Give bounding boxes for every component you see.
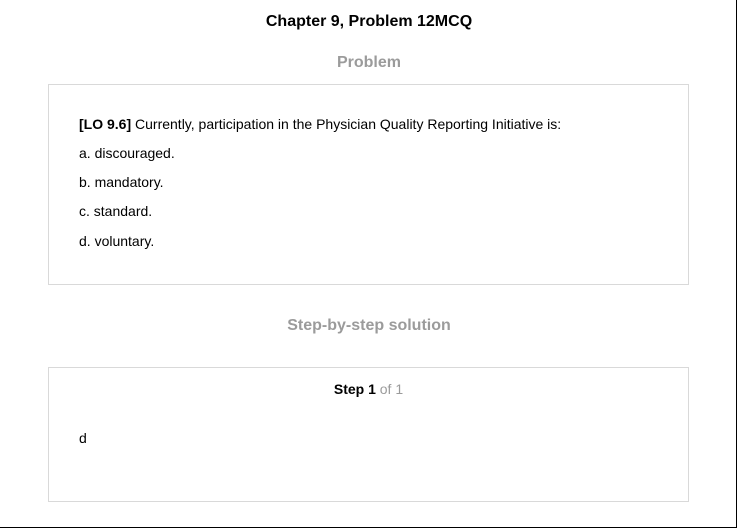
step-total: of 1 xyxy=(375,381,404,397)
question-body: Currently, participation in the Physicia… xyxy=(131,116,562,132)
option-d: d. voluntary. xyxy=(79,233,155,249)
solution-heading: Step-by-step solution xyxy=(287,317,451,334)
problem-card: [LO 9.6] Currently, participation in the… xyxy=(48,84,689,285)
learning-objective-tag: [LO 9.6] xyxy=(79,116,132,132)
step-answer: d xyxy=(79,430,87,446)
option-c: c. standard. xyxy=(79,203,153,219)
page-title: Chapter 9, Problem 12MCQ xyxy=(265,13,473,30)
question-text: [LO 9.6] Currently, participation in the… xyxy=(79,115,561,133)
step-indicator: Step 1 of 1 xyxy=(49,380,688,398)
step-label: Step 1 xyxy=(333,381,376,397)
solution-card: Step 1 of 1 d xyxy=(48,367,689,502)
problem-heading: Problem xyxy=(336,54,401,71)
option-a: a. discouraged. xyxy=(79,145,175,161)
option-b: b. mandatory. xyxy=(79,174,164,190)
